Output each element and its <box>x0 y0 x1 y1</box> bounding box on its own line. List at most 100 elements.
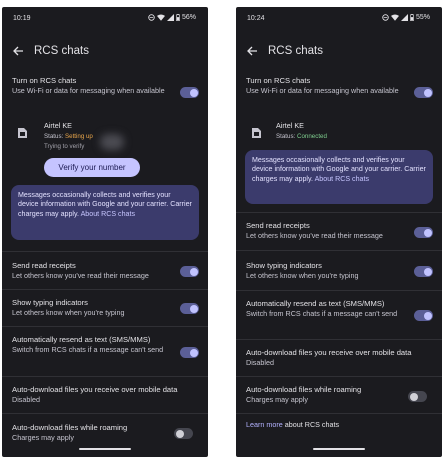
trying-to-verify-text: Trying to verify <box>44 143 85 150</box>
setting-subtitle: Disabled <box>246 357 274 367</box>
divider <box>2 413 208 414</box>
carrier-name: Airtel KE <box>44 121 72 130</box>
battery-percent: 56% <box>181 14 196 21</box>
sim-card-icon <box>18 128 27 138</box>
wifi-icon <box>390 14 399 21</box>
dnd-icon <box>382 14 389 21</box>
setting-subtitle: Disabled <box>12 394 40 404</box>
setting-title: Show typing indicators <box>12 298 88 307</box>
turn-on-rcs-setting[interactable]: Turn on RCS chats Use Wi-Fi or data for … <box>12 76 172 95</box>
battery-icon <box>410 14 414 21</box>
setting-title: Send read receipts <box>246 221 310 230</box>
auto-resend-setting[interactable]: Automatically resend as text (SMS/MMS) S… <box>12 335 170 354</box>
info-box: Messages occasionally collects and verif… <box>245 150 433 204</box>
setting-title: Turn on RCS chats <box>246 76 311 85</box>
learn-more-link[interactable]: Learn more <box>246 420 283 429</box>
status-value: Connected <box>297 133 327 140</box>
redacted-number <box>100 134 124 150</box>
signal-icon <box>166 14 174 21</box>
turn-on-rcs-toggle[interactable] <box>414 87 433 98</box>
read-receipts-setting[interactable]: Send read receipts Let others know you'v… <box>246 221 406 240</box>
read-receipts-toggle[interactable] <box>414 227 433 238</box>
setting-subtitle: Charges may apply <box>12 432 74 442</box>
divider <box>236 290 442 291</box>
setting-subtitle: Let others know you've read their messag… <box>12 270 149 280</box>
status-bar: 10:24 55% <box>236 7 442 29</box>
navigation-handle[interactable] <box>79 448 131 450</box>
setting-title: Auto-download files while roaming <box>246 385 362 394</box>
divider <box>236 413 442 414</box>
auto-resend-toggle[interactable] <box>414 310 433 321</box>
about-rcs-link[interactable]: About RCS chats <box>81 210 135 218</box>
carrier-status: Status: Connected <box>276 133 327 140</box>
learn-more-suffix: about RCS chats <box>284 420 340 429</box>
status-time: 10:24 <box>247 15 265 22</box>
divider <box>236 250 442 251</box>
sim-card-icon <box>252 128 261 138</box>
learn-more-text: Learn more about RCS chats <box>246 420 339 429</box>
phone-screen-connected: 10:24 55% RCS chats Turn on RCS chats Us… <box>236 7 442 457</box>
auto-resend-toggle[interactable] <box>180 347 199 358</box>
auto-resend-setting[interactable]: Automatically resend as text (SMS/MMS) S… <box>246 299 404 318</box>
setting-subtitle: Use Wi-Fi or data for messaging when ava… <box>246 85 399 95</box>
verify-number-button[interactable]: Verify your number <box>44 158 140 177</box>
auto-download-roaming-toggle[interactable] <box>408 391 427 402</box>
divider <box>236 212 442 213</box>
typing-indicators-toggle[interactable] <box>414 266 433 277</box>
divider <box>236 339 442 340</box>
auto-download-roaming-setting[interactable]: Auto-download files while roaming Charge… <box>246 385 406 404</box>
carrier-status: Status: Setting up <box>44 133 93 140</box>
setting-title: Show typing indicators <box>246 261 322 270</box>
divider <box>2 376 208 377</box>
status-label: Status: <box>276 133 296 140</box>
setting-subtitle: Use Wi-Fi or data for messaging when ava… <box>12 85 165 95</box>
wifi-icon <box>156 14 165 21</box>
divider <box>236 376 442 377</box>
setting-title: Auto-download files while roaming <box>12 423 128 432</box>
page-title: RCS chats <box>34 45 89 57</box>
divider <box>2 289 208 290</box>
phone-screen-setting-up: 10:19 56% RCS chats Turn on RCS chats Us… <box>2 7 208 457</box>
back-arrow-icon[interactable] <box>246 45 258 57</box>
setting-subtitle: Let others know you've read their messag… <box>246 230 383 240</box>
signal-icon <box>400 14 408 21</box>
typing-indicators-setting[interactable]: Show typing indicators Let others know w… <box>246 261 406 280</box>
carrier-name: Airtel KE <box>276 121 304 130</box>
navigation-handle[interactable] <box>313 448 365 450</box>
typing-indicators-setting[interactable]: Show typing indicators Let others know w… <box>12 298 172 317</box>
setting-title: Auto-download files you receive over mob… <box>12 385 178 394</box>
app-bar: RCS chats <box>236 37 442 65</box>
divider <box>2 326 208 327</box>
status-label: Status: <box>44 133 64 140</box>
setting-title: Automatically resend as text (SMS/MMS) <box>12 335 151 344</box>
page-title: RCS chats <box>268 45 323 57</box>
setting-subtitle: Let others know when you're typing <box>246 270 359 280</box>
battery-icon <box>176 14 180 21</box>
dnd-icon <box>148 14 155 21</box>
setting-title: Send read receipts <box>12 261 76 270</box>
auto-download-data-setting[interactable]: Auto-download files you receive over mob… <box>12 385 202 404</box>
setting-title: Auto-download files you receive over mob… <box>246 348 412 357</box>
setting-subtitle: Charges may apply <box>246 394 308 404</box>
read-receipts-toggle[interactable] <box>180 266 199 277</box>
typing-indicators-toggle[interactable] <box>180 303 199 314</box>
auto-download-roaming-toggle[interactable] <box>174 428 193 439</box>
turn-on-rcs-toggle[interactable] <box>180 87 199 98</box>
divider <box>2 251 208 252</box>
info-box: Messages occasionally collects and verif… <box>11 185 199 240</box>
battery-percent: 55% <box>415 14 430 21</box>
status-bar: 10:19 56% <box>2 7 208 29</box>
back-arrow-icon[interactable] <box>12 45 24 57</box>
turn-on-rcs-setting[interactable]: Turn on RCS chats Use Wi-Fi or data for … <box>246 76 406 95</box>
setting-title: Turn on RCS chats <box>12 76 77 85</box>
setting-subtitle: Switch from RCS chats if a message can't… <box>246 308 398 318</box>
status-value: Setting up <box>65 133 93 140</box>
status-time: 10:19 <box>13 15 31 22</box>
auto-download-roaming-setting[interactable]: Auto-download files while roaming Charge… <box>12 423 172 442</box>
read-receipts-setting[interactable]: Send read receipts Let others know you'v… <box>12 261 172 280</box>
setting-title: Automatically resend as text (SMS/MMS) <box>246 299 385 308</box>
app-bar: RCS chats <box>2 37 208 65</box>
auto-download-data-setting[interactable]: Auto-download files you receive over mob… <box>246 348 436 367</box>
setting-subtitle: Switch from RCS chats if a message can't… <box>12 344 164 354</box>
about-rcs-link[interactable]: About RCS chats <box>315 175 369 183</box>
